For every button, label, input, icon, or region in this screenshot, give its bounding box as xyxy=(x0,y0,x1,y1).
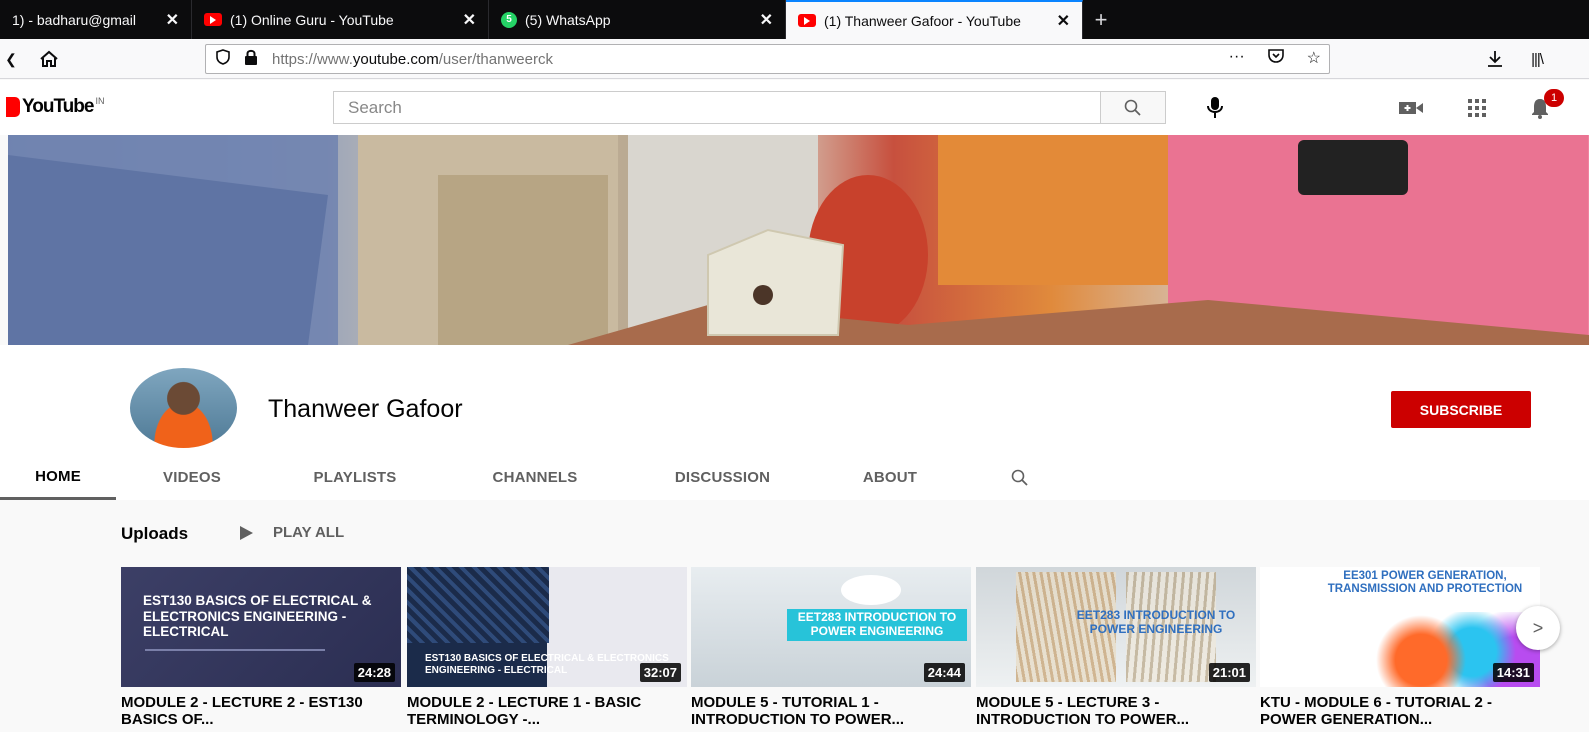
logo-text: YouTube xyxy=(22,96,94,117)
channel-banner-image xyxy=(8,135,1589,345)
apps-grid-icon[interactable] xyxy=(1464,96,1490,120)
browser-tab-online-guru[interactable]: (1) Online Guru - YouTube ✕ xyxy=(192,0,489,39)
url-domain: youtube.com xyxy=(352,50,439,68)
tab-about[interactable]: ABOUT xyxy=(845,455,935,500)
create-video-icon[interactable] xyxy=(1398,96,1424,120)
play-all-label: PLAY ALL xyxy=(273,524,345,541)
page-actions-menu-icon[interactable]: ··· xyxy=(1229,48,1245,69)
tab-title: (5) WhatsApp xyxy=(525,11,611,28)
browser-tab-whatsapp[interactable]: 5 (5) WhatsApp ✕ xyxy=(489,0,786,39)
thumbnail-pattern xyxy=(407,567,549,643)
close-icon[interactable]: ✕ xyxy=(166,10,179,30)
tab-channels[interactable]: CHANNELS xyxy=(475,455,595,500)
url-text: https://www.youtube.com/user/thanweerck xyxy=(272,51,553,68)
browser-tab-thanweer[interactable]: (1) Thanweer Gafoor - YouTube ✕ xyxy=(786,0,1083,39)
video-duration: 24:44 xyxy=(923,663,965,682)
video-thumbnail[interactable]: EE301 POWER GENERATION, TRANSMISSION AND… xyxy=(1260,567,1540,687)
video-duration: 21:01 xyxy=(1208,663,1250,682)
notification-count-badge: 1 xyxy=(1544,89,1564,107)
country-code: IN xyxy=(95,96,105,106)
home-icon[interactable] xyxy=(36,47,62,71)
search-input[interactable]: Search xyxy=(333,91,1101,124)
video-title[interactable]: MODULE 5 - TUTORIAL 1 - INTRODUCTION TO … xyxy=(691,694,961,728)
browser-tab-strip: 1) - badharu@gmail ✕ (1) Online Guru - Y… xyxy=(0,0,1589,39)
channel-name: Thanweer Gafoor xyxy=(268,395,463,423)
close-icon[interactable]: ✕ xyxy=(463,10,476,30)
thumbnail-decoration xyxy=(145,649,325,651)
download-icon[interactable] xyxy=(1483,47,1507,71)
back-icon[interactable]: ❮ xyxy=(4,47,18,71)
play-icon xyxy=(240,525,253,540)
new-tab-icon[interactable]: + xyxy=(1083,0,1119,39)
chevron-right-icon: > xyxy=(1532,617,1544,638)
video-title[interactable]: MODULE 2 - LECTURE 1 - BASIC TERMINOLOGY… xyxy=(407,694,677,728)
youtube-logo[interactable]: YouTube IN xyxy=(6,96,104,118)
channel-avatar[interactable] xyxy=(130,368,237,448)
bookmark-star-icon[interactable]: ☆ xyxy=(1307,48,1321,69)
uploads-shelf-title[interactable]: Uploads xyxy=(121,524,188,544)
search-button[interactable] xyxy=(1100,91,1166,124)
tab-title: (1) Thanweer Gafoor - YouTube xyxy=(824,12,1021,29)
thumbnail-title: EST130 BASICS OF ELECTRICAL & ELECTRONIC… xyxy=(143,593,372,640)
video-title[interactable]: KTU - MODULE 6 - TUTORIAL 2 - POWER GENE… xyxy=(1260,694,1530,728)
video-duration: 32:07 xyxy=(639,663,681,682)
tab-playlists[interactable]: PLAYLISTS xyxy=(295,455,415,500)
channel-header: Thanweer Gafoor SUBSCRIBE HOME VIDEOS PL… xyxy=(0,345,1589,500)
subscribe-button[interactable]: SUBSCRIBE xyxy=(1391,391,1531,428)
thumbnail-decoration xyxy=(841,575,901,605)
channel-search-icon[interactable] xyxy=(1005,455,1035,500)
whatsapp-icon: 5 xyxy=(501,11,517,28)
video-duration: 14:31 xyxy=(1492,663,1534,682)
youtube-logo-icon xyxy=(6,97,20,117)
tab-videos[interactable]: VIDEOS xyxy=(142,455,242,500)
browser-tab-gmail[interactable]: 1) - badharu@gmail ✕ xyxy=(0,0,192,39)
pocket-icon[interactable] xyxy=(1267,48,1285,69)
video-title[interactable]: MODULE 2 - LECTURE 2 - EST130 BASICS OF.… xyxy=(121,694,391,728)
address-bar[interactable]: https://www.youtube.com/user/thanweerck … xyxy=(205,44,1330,74)
microphone-icon[interactable] xyxy=(1203,94,1227,122)
video-thumbnail[interactable]: EST130 BASICS OF ELECTRICAL & ELECTRONIC… xyxy=(407,567,687,687)
browser-nav-bar: ❮ https://www.youtube.com/user/thanweerc… xyxy=(0,39,1589,79)
shelf-next-button[interactable]: > xyxy=(1516,606,1560,650)
youtube-icon xyxy=(798,14,816,27)
library-icon[interactable]: |||\ xyxy=(1525,47,1549,71)
video-thumbnail[interactable]: EET283 INTRODUCTION TO POWER ENGINEERING… xyxy=(691,567,971,687)
tab-home[interactable]: HOME xyxy=(0,455,116,500)
close-icon[interactable]: ✕ xyxy=(1057,11,1070,31)
thumbnail-title: EET283 INTRODUCTION TO POWER ENGINEERING xyxy=(787,609,967,641)
youtube-icon xyxy=(204,13,222,26)
url-actions: ··· ☆ xyxy=(1229,48,1321,69)
video-thumbnail[interactable]: EST130 BASICS OF ELECTRICAL & ELECTRONIC… xyxy=(121,567,401,687)
shield-icon[interactable] xyxy=(216,48,230,70)
search-icon xyxy=(1124,99,1141,116)
thumbnail-title: EE301 POWER GENERATION, TRANSMISSION AND… xyxy=(1327,570,1523,596)
play-all-button[interactable]: PLAY ALL xyxy=(240,524,344,541)
thumbnail-title: EST130 BASICS OF ELECTRICAL & ELECTRONIC… xyxy=(425,653,669,676)
youtube-masthead: YouTube IN Search xyxy=(0,80,1589,135)
url-prefix: https://www. xyxy=(272,50,353,68)
url-path: /user/thanweerck xyxy=(438,50,553,68)
thumbnail-title: EET283 INTRODUCTION TO POWER ENGINEERING xyxy=(1076,608,1236,636)
tab-title: 1) - badharu@gmail xyxy=(12,11,136,28)
video-duration: 24:28 xyxy=(353,663,395,682)
lock-icon[interactable] xyxy=(244,49,258,70)
tab-title: (1) Online Guru - YouTube xyxy=(230,11,394,28)
close-icon[interactable]: ✕ xyxy=(760,10,773,30)
tab-discussion[interactable]: DISCUSSION xyxy=(655,455,790,500)
video-thumbnail[interactable]: EET283 INTRODUCTION TO POWER ENGINEERING… xyxy=(976,567,1256,687)
channel-tabs: HOME VIDEOS PLAYLISTS CHANNELS DISCUSSIO… xyxy=(0,455,1589,500)
video-title[interactable]: MODULE 5 - LECTURE 3 - INTRODUCTION TO P… xyxy=(976,694,1246,728)
